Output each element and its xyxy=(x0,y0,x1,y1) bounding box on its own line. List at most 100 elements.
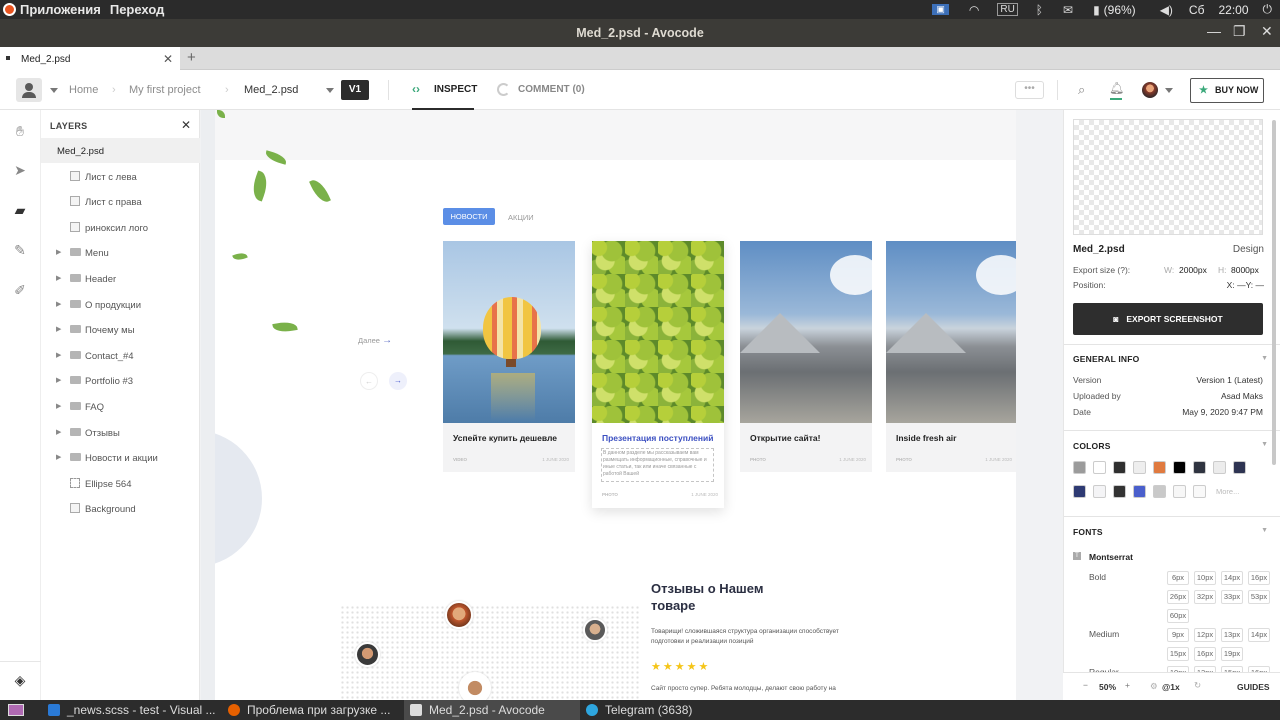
card-title[interactable]: Успейте купить дешевле xyxy=(453,433,557,443)
news-card[interactable]: Открытие сайта! PHOTO 1 JUNE 2020 xyxy=(740,241,872,472)
expand-arrow-icon[interactable]: ▶ xyxy=(56,428,61,436)
breadcrumb-file[interactable]: Med_2.psd xyxy=(244,84,298,96)
font-size-chip[interactable]: 12px xyxy=(1194,628,1216,642)
color-swatch[interactable] xyxy=(1113,461,1126,474)
close-tab-icon[interactable]: ✕ xyxy=(163,52,173,66)
layer-row[interactable]: ▶ О продукции xyxy=(41,292,200,317)
power-icon[interactable]: ⏻ xyxy=(1263,2,1280,17)
color-swatch[interactable] xyxy=(1093,461,1106,474)
layer-row[interactable]: ▶ Почему мы xyxy=(41,317,200,342)
version-badge[interactable]: V1 xyxy=(341,80,369,100)
go-menu[interactable]: Переход xyxy=(110,2,165,17)
search-icon[interactable]: ⌕ xyxy=(1078,82,1085,98)
card-title[interactable]: Презентация поступлений xyxy=(602,433,713,443)
color-swatch[interactable] xyxy=(1173,485,1186,498)
font-size-chip[interactable]: 53px xyxy=(1248,590,1270,604)
news-tab-pill[interactable]: НОВОСТИ xyxy=(443,208,495,225)
ruler-tool-icon[interactable]: ▰ xyxy=(12,202,28,218)
expand-arrow-icon[interactable]: ▶ xyxy=(56,274,61,282)
workspace-switcher-icon[interactable] xyxy=(8,704,24,716)
color-swatch[interactable] xyxy=(1233,461,1246,474)
promo-tab[interactable]: АКЦИИ xyxy=(508,213,534,222)
font-size-chip[interactable]: 19px xyxy=(1221,647,1243,661)
reviewer-avatar[interactable] xyxy=(445,601,473,629)
zoom-in-icon[interactable]: + xyxy=(1125,680,1130,690)
avatar[interactable] xyxy=(1142,82,1158,98)
task-vscode[interactable]: _news.scss - test - Visual ... xyxy=(48,700,220,720)
color-swatch[interactable] xyxy=(1213,461,1226,474)
colors-more-link[interactable]: More... xyxy=(1216,487,1239,496)
layer-row[interactable]: ▶ Portfolio #3 xyxy=(41,368,200,393)
news-card[interactable]: Inside fresh air PHOTO 1 JUNE 2020 xyxy=(886,241,1016,472)
file-dropdown-icon[interactable] xyxy=(326,88,334,93)
expand-arrow-icon[interactable]: ▶ xyxy=(56,376,61,384)
mode-label[interactable]: Design xyxy=(1233,244,1264,255)
layer-row[interactable]: Ellipse 564 xyxy=(41,471,200,496)
volume-icon[interactable]: ◀) xyxy=(1150,3,1183,17)
font-size-chip[interactable]: 60px xyxy=(1167,609,1189,623)
layer-row[interactable]: ▶ Новости и акции xyxy=(41,445,200,470)
task-firefox[interactable]: Проблема при загрузке ... xyxy=(228,700,400,720)
collapse-icon[interactable]: ▼ xyxy=(1261,441,1268,448)
user-icon[interactable] xyxy=(16,78,42,102)
refresh-icon[interactable]: ↻ xyxy=(1194,680,1201,691)
color-swatch[interactable] xyxy=(1113,485,1126,498)
height-value[interactable]: 8000px xyxy=(1231,265,1259,275)
font-size-chip[interactable]: 16px xyxy=(1248,571,1270,585)
color-swatch[interactable] xyxy=(1073,485,1086,498)
brush-tool-icon[interactable]: ✐ xyxy=(12,282,28,298)
bluetooth-icon[interactable]: ᛒ xyxy=(1026,3,1053,17)
artboard[interactable]: НОВОСТИ АКЦИИ Далее → ← → Успейте купить… xyxy=(215,110,1016,700)
layer-row[interactable]: ▶ Menu xyxy=(41,240,200,265)
breadcrumb-project[interactable]: My first project xyxy=(129,84,201,96)
colors-title[interactable]: COLORS xyxy=(1073,441,1111,451)
inspector-scrollbar[interactable] xyxy=(1272,120,1276,465)
layer-row[interactable]: Лист с лева xyxy=(41,164,200,189)
hand-tool-icon[interactable]: ✋︎ xyxy=(12,123,28,139)
breadcrumb-home[interactable]: Home xyxy=(69,84,98,96)
layer-row[interactable]: ▶ Contact_#4 xyxy=(41,343,200,368)
news-card-selected[interactable]: Презентация поступлений В данном разделе… xyxy=(592,241,724,508)
settings-icon[interactable]: ⚙ xyxy=(1150,681,1158,692)
news-card[interactable]: Успейте купить дешевле VIDEO 1 JUNE 2020 xyxy=(443,241,575,472)
chevron-down-icon[interactable] xyxy=(50,88,58,93)
color-swatch[interactable] xyxy=(1193,461,1206,474)
expand-arrow-icon[interactable]: ▶ xyxy=(56,351,61,359)
layers-toggle-icon[interactable]: ◈ xyxy=(12,672,28,688)
font-size-chip[interactable]: 16px xyxy=(1194,647,1216,661)
fonts-title[interactable]: FONTS xyxy=(1073,527,1103,537)
font-size-chip[interactable]: 14px xyxy=(1221,571,1243,585)
layer-row[interactable]: ▶ Header xyxy=(41,266,200,291)
mail-icon[interactable]: ✉ xyxy=(1053,3,1083,17)
tab-med2[interactable]: Med_2.psd ✕ xyxy=(0,47,180,70)
font-size-chip[interactable]: 15px xyxy=(1167,647,1189,661)
font-size-chip[interactable]: 13px xyxy=(1221,628,1243,642)
expand-arrow-icon[interactable]: ▶ xyxy=(56,402,61,410)
apps-menu[interactable]: Приложения xyxy=(20,2,101,17)
close-layers-icon[interactable]: ✕ xyxy=(181,118,191,132)
close-window-icon[interactable]: ✕ xyxy=(1261,23,1273,40)
zoom-out-icon[interactable]: − xyxy=(1083,680,1088,690)
font-size-chip[interactable]: 33px xyxy=(1221,590,1243,604)
width-value[interactable]: 2000px xyxy=(1179,265,1207,275)
card-title[interactable]: Inside fresh air xyxy=(896,433,956,443)
color-swatch[interactable] xyxy=(1133,485,1146,498)
export-screenshot-button[interactable]: ◙ EXPORT SCREENSHOT xyxy=(1073,303,1263,335)
card-title[interactable]: Открытие сайта! xyxy=(750,433,820,443)
select-tool-icon[interactable]: ➤ xyxy=(12,162,28,178)
color-swatch[interactable] xyxy=(1173,461,1186,474)
guides-toggle[interactable]: GUIDES xyxy=(1237,682,1270,692)
scale-value[interactable]: @1x xyxy=(1162,682,1180,692)
layer-row[interactable]: Лист с права xyxy=(41,189,200,214)
zoom-level[interactable]: 50% xyxy=(1099,682,1116,692)
color-swatch[interactable] xyxy=(1093,485,1106,498)
font-size-chip[interactable]: 9px xyxy=(1167,628,1189,642)
font-size-chip[interactable]: 14px xyxy=(1248,628,1270,642)
layer-row[interactable]: ▶ Отзывы xyxy=(41,420,200,445)
collapse-icon[interactable]: ▼ xyxy=(1261,527,1268,534)
ubuntu-logo-icon[interactable] xyxy=(3,3,16,16)
layer-row[interactable]: ▶ FAQ xyxy=(41,394,200,419)
layer-row[interactable]: риноксил лого xyxy=(41,215,200,240)
restore-icon[interactable]: ❐ xyxy=(1233,23,1246,40)
keyboard-layout-indicator[interactable]: RU xyxy=(997,3,1018,16)
